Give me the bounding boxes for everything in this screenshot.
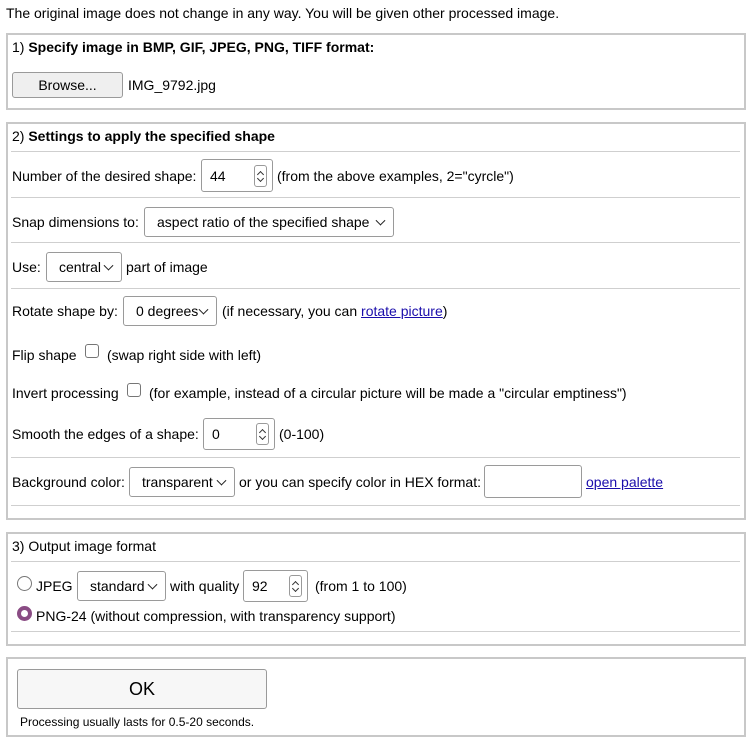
shape-number-value: 44 — [210, 167, 226, 184]
flip-label: Flip shape — [12, 347, 77, 363]
quality-stepper[interactable] — [289, 575, 302, 597]
jpeg-label: JPEG — [36, 578, 73, 594]
rotate-hint: (if necessary, you can rotate picture) — [222, 303, 447, 320]
stepper-down-icon — [258, 432, 267, 441]
divider — [11, 457, 740, 458]
chevron-down-icon — [147, 579, 158, 590]
section1-title: Specify image in BMP, GIF, JPEG, PNG, TI… — [28, 39, 375, 55]
rotate-select[interactable]: 0 degrees — [123, 296, 217, 326]
chevron-down-icon — [103, 260, 114, 271]
section3-heading: 3) Output image format — [12, 538, 156, 555]
divider — [11, 631, 740, 632]
rotate-select-value: 0 degrees — [136, 303, 199, 319]
quality-input[interactable]: 92 — [243, 570, 308, 602]
use-select-value: central — [59, 259, 102, 275]
shape-number-hint: (from the above examples, 2="cyrcle") — [277, 168, 514, 184]
stepper-down-icon — [291, 584, 300, 593]
snap-select-value: aspect ratio of the specified shape — [157, 214, 370, 230]
bg-hex-label: or you can specify color in HEX format: — [239, 474, 481, 490]
section3-title: Output image format — [28, 538, 156, 554]
section2-number: 2) — [12, 128, 25, 144]
section1-number: 1) — [12, 39, 25, 55]
jpeg-mode-select[interactable]: standard — [77, 571, 166, 601]
rotate-label: Rotate shape by: — [12, 303, 118, 319]
divider — [11, 288, 740, 289]
invert-label: Invert processing — [12, 385, 119, 401]
shape-number-stepper[interactable] — [254, 164, 267, 187]
flip-checkbox[interactable] — [85, 344, 99, 358]
bg-color-label: Background color: — [12, 474, 125, 490]
jpeg-mode-value: standard — [90, 578, 145, 594]
snap-label: Snap dimensions to: — [12, 214, 139, 230]
quality-hint: (from 1 to 100) — [315, 578, 407, 594]
rotate-hint-suffix: ) — [442, 303, 448, 319]
divider — [11, 561, 740, 562]
file-name: IMG_9792.jpg — [128, 77, 216, 93]
smooth-stepper[interactable] — [256, 423, 269, 445]
section1-heading: 1) Specify image in BMP, GIF, JPEG, PNG,… — [12, 39, 374, 56]
bg-hex-input[interactable] — [484, 465, 582, 498]
divider — [11, 151, 740, 152]
rotate-hint-prefix: (if necessary, you can — [222, 303, 358, 319]
invert-checkbox[interactable] — [127, 383, 141, 397]
section2-title: Settings to apply the specified shape — [28, 128, 275, 144]
bg-color-select-value: transparent — [142, 474, 213, 490]
smooth-label: Smooth the edges of a shape: — [12, 426, 199, 442]
use-suffix: part of image — [126, 259, 208, 275]
snap-select[interactable]: aspect ratio of the specified shape — [144, 207, 394, 237]
flip-hint: (swap right side with left) — [107, 347, 262, 363]
chevron-down-icon — [216, 475, 227, 486]
shape-number-label: Number of the desired shape: — [12, 168, 197, 184]
jpeg-radio[interactable] — [17, 576, 32, 591]
divider — [11, 197, 740, 198]
section2-heading: 2) Settings to apply the specified shape — [12, 128, 275, 145]
chevron-down-icon — [198, 304, 209, 315]
section3-number: 3) — [12, 538, 25, 554]
rotate-picture-link[interactable]: rotate picture — [361, 303, 443, 319]
use-select[interactable]: central — [46, 252, 122, 282]
shape-number-input[interactable]: 44 — [201, 159, 273, 192]
bg-color-select[interactable]: transparent — [129, 467, 235, 497]
quality-label: with quality — [170, 578, 240, 594]
quality-value: 92 — [252, 578, 268, 594]
invert-hint: (for example, instead of a circular pict… — [149, 385, 627, 401]
png-label: PNG-24 (without compression, with transp… — [36, 608, 396, 624]
intro-text: The original image does not change in an… — [6, 5, 560, 21]
smooth-hint: (0-100) — [279, 426, 325, 442]
chevron-down-icon — [375, 215, 386, 226]
ok-button[interactable]: OK — [17, 669, 267, 709]
divider — [11, 505, 740, 506]
smooth-value: 0 — [212, 426, 220, 442]
open-palette-link[interactable]: open palette — [586, 474, 663, 491]
smooth-input[interactable]: 0 — [203, 418, 275, 450]
use-label: Use: — [12, 259, 41, 275]
processing-note: Processing usually lasts for 0.5-20 seco… — [20, 715, 255, 729]
png-radio[interactable] — [17, 606, 32, 621]
open-palette-link-text[interactable]: open palette — [586, 474, 663, 490]
divider — [11, 242, 740, 243]
browse-button[interactable]: Browse... — [12, 72, 123, 98]
